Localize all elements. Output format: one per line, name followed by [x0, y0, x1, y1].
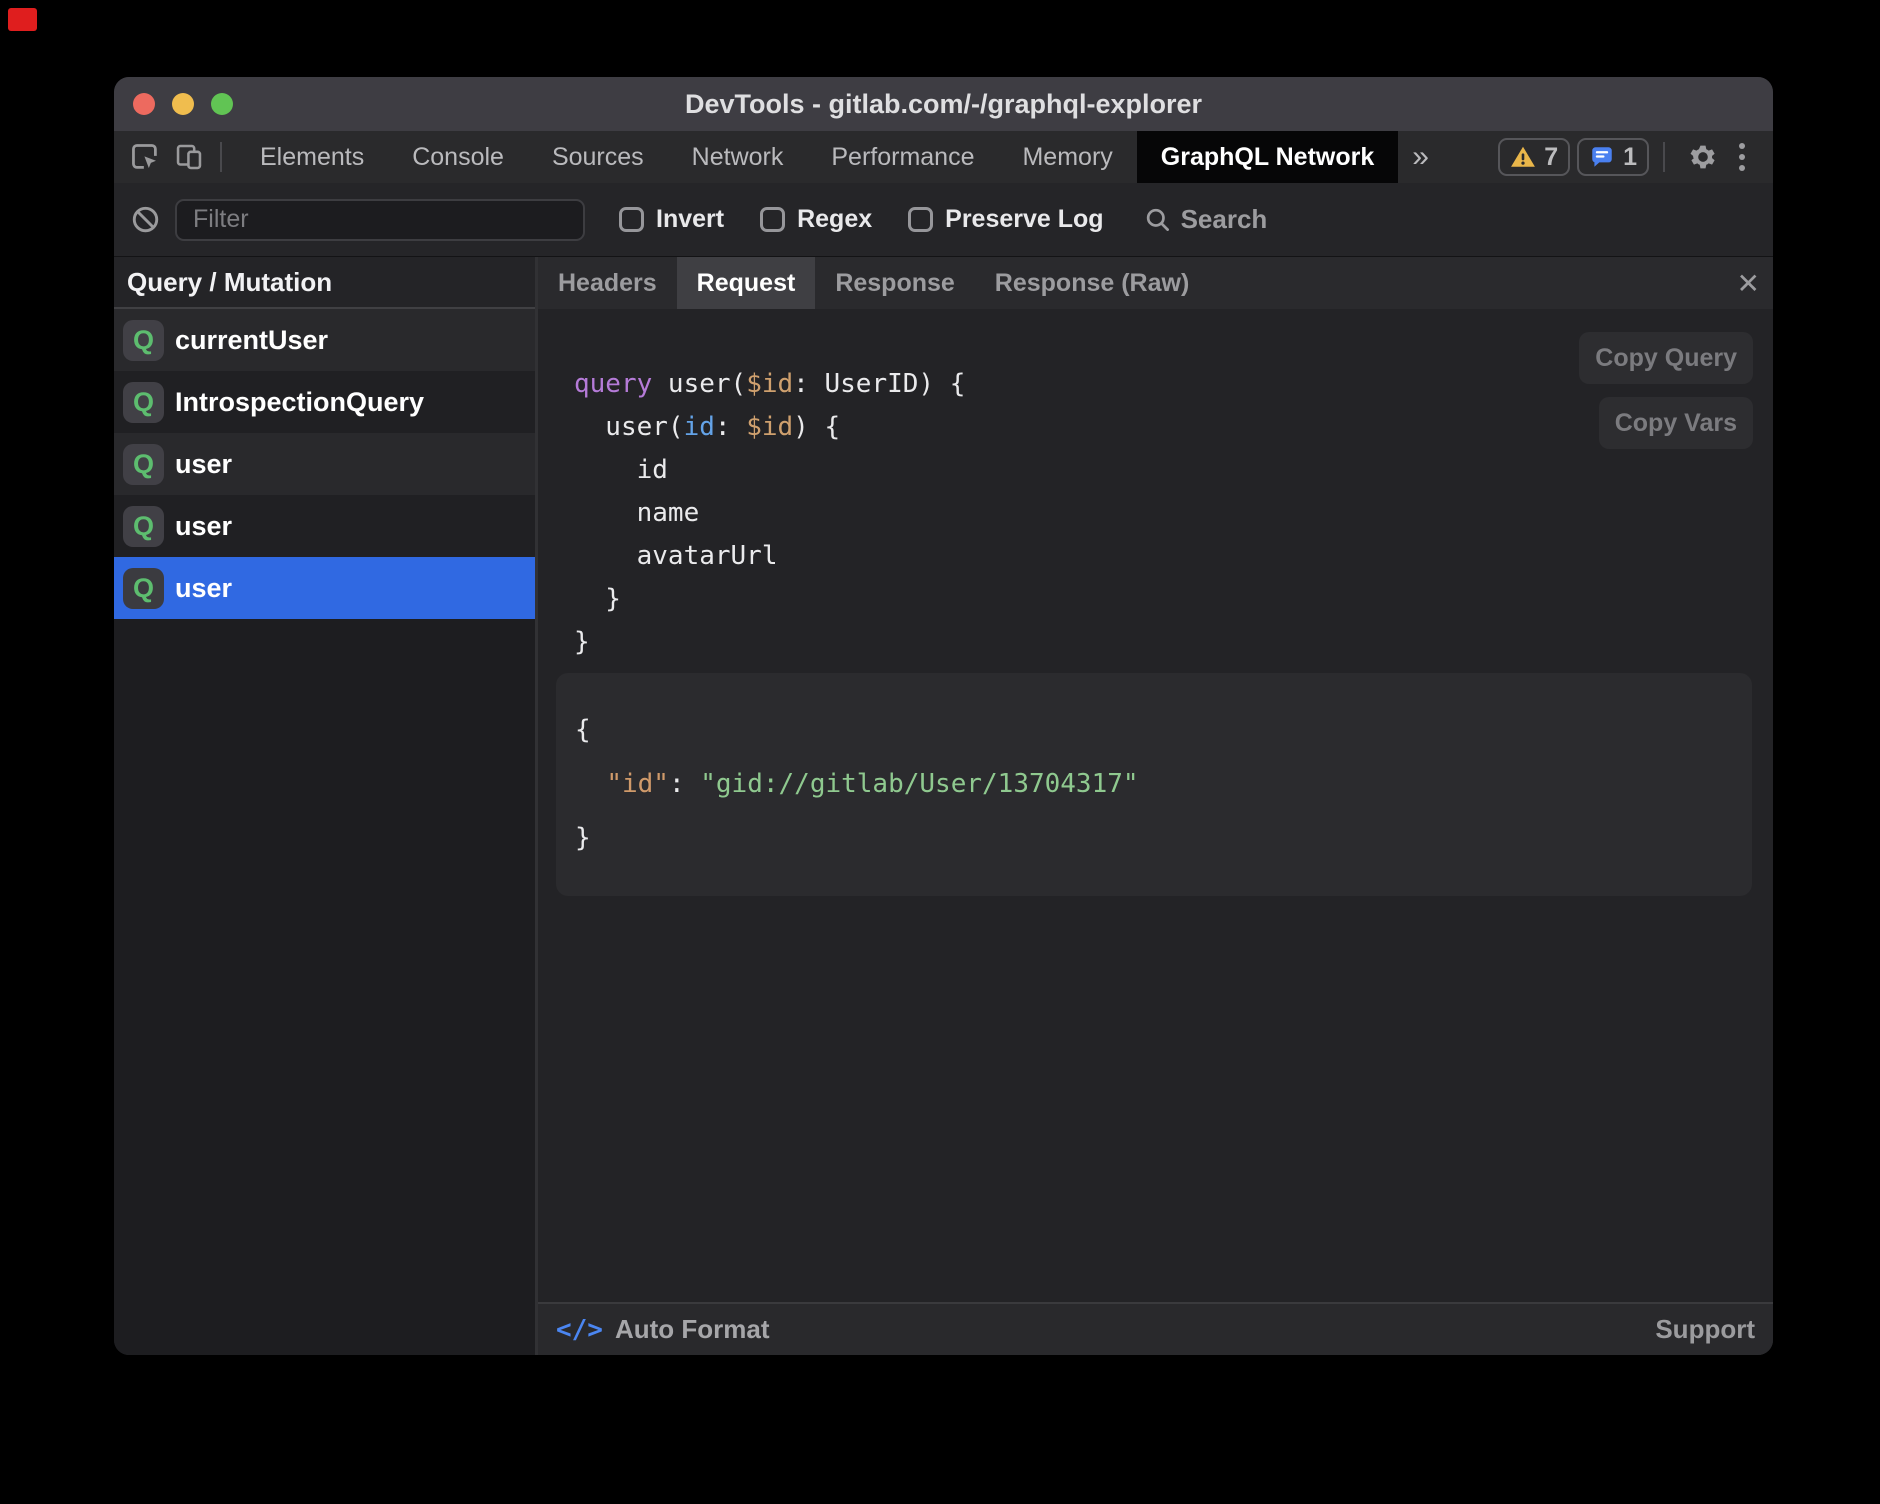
- device-toolbar-button[interactable]: [172, 139, 206, 175]
- tab-graphql-network[interactable]: GraphQL Network: [1137, 131, 1398, 183]
- query-type-badge: Q: [123, 506, 164, 547]
- request-variables-box: { "id": "gid://gitlab/User/13704317"}: [556, 673, 1752, 896]
- tab-headers[interactable]: Headers: [538, 257, 677, 309]
- copy-vars-button[interactable]: Copy Vars: [1599, 397, 1753, 449]
- more-tabs-chevron[interactable]: »: [1398, 140, 1443, 174]
- gear-icon: [1686, 140, 1720, 174]
- tab-network[interactable]: Network: [668, 131, 808, 183]
- copy-query-button[interactable]: Copy Query: [1579, 332, 1753, 384]
- query-type-badge: Q: [123, 382, 164, 423]
- checkbox-label: Preserve Log: [945, 205, 1103, 234]
- search-icon: [1144, 206, 1171, 233]
- query-row-label: user: [175, 573, 232, 604]
- issues-count: 1: [1623, 143, 1637, 172]
- request-detail-panel: Headers Request Response Response (Raw) …: [538, 257, 1773, 1355]
- recording-indicator: [8, 8, 37, 31]
- search-label: Search: [1181, 204, 1268, 235]
- query-row-user-1[interactable]: Q user: [114, 433, 535, 495]
- detail-footer: </> Auto Format Support: [538, 1302, 1773, 1355]
- warning-icon: [1510, 144, 1536, 170]
- query-row-currentUser[interactable]: Q currentUser: [114, 309, 535, 371]
- window-title: DevTools - gitlab.com/-/graphql-explorer: [114, 89, 1773, 120]
- checkbox-label: Regex: [797, 205, 872, 234]
- message-bubble-icon: [1589, 144, 1615, 170]
- detail-tab-strip: Headers Request Response Response (Raw) …: [538, 257, 1773, 309]
- clear-requests-button[interactable]: [131, 205, 160, 234]
- checkbox-box[interactable]: [619, 207, 644, 232]
- tab-sources[interactable]: Sources: [528, 131, 668, 183]
- preserve-log-checkbox[interactable]: Preserve Log: [908, 205, 1103, 234]
- network-filter-bar: Invert Regex Preserve Log Search: [114, 183, 1773, 257]
- tab-request[interactable]: Request: [677, 257, 816, 309]
- tab-console[interactable]: Console: [388, 131, 528, 183]
- checkbox-box[interactable]: [908, 207, 933, 232]
- device-toolbar-icon: [174, 142, 204, 172]
- tab-performance[interactable]: Performance: [807, 131, 998, 183]
- toolbar-separator: [220, 142, 222, 172]
- query-type-badge: Q: [123, 568, 164, 609]
- kebab-menu-button[interactable]: [1727, 143, 1757, 171]
- query-row-user-3-selected[interactable]: Q user: [114, 557, 535, 619]
- inspect-cursor-icon: [130, 142, 160, 172]
- devtools-tab-bar: Elements Console Sources Network Perform…: [114, 131, 1773, 183]
- query-type-badge: Q: [123, 444, 164, 485]
- tab-response-raw[interactable]: Response (Raw): [975, 257, 1209, 309]
- checkbox-label: Invert: [656, 205, 724, 234]
- query-row-label: IntrospectionQuery: [175, 387, 424, 418]
- search-button[interactable]: Search: [1144, 204, 1268, 235]
- auto-format-label: Auto Format: [615, 1314, 770, 1345]
- checkbox-box[interactable]: [760, 207, 785, 232]
- query-row-label: user: [175, 511, 232, 542]
- query-row-label: user: [175, 449, 232, 480]
- query-type-badge: Q: [123, 320, 164, 361]
- query-row-label: currentUser: [175, 325, 328, 356]
- filter-input[interactable]: [175, 199, 585, 241]
- support-link[interactable]: Support: [1655, 1314, 1755, 1345]
- issues-badge[interactable]: 1: [1577, 138, 1649, 176]
- block-icon: [131, 205, 160, 234]
- toolbar-separator: [1663, 142, 1665, 172]
- tab-memory[interactable]: Memory: [998, 131, 1136, 183]
- settings-button[interactable]: [1683, 137, 1723, 177]
- code-brackets-icon: </>: [556, 1315, 603, 1345]
- query-row-introspectionQuery[interactable]: Q IntrospectionQuery: [114, 371, 535, 433]
- warning-count: 7: [1544, 143, 1558, 172]
- title-bar: DevTools - gitlab.com/-/graphql-explorer: [114, 77, 1773, 131]
- request-tab-content: query user($id: UserID) { user(id: $id) …: [538, 309, 1773, 1302]
- regex-checkbox[interactable]: Regex: [760, 205, 872, 234]
- desktop-background: DevTools - gitlab.com/-/graphql-explorer: [0, 0, 1880, 1504]
- devtools-window: DevTools - gitlab.com/-/graphql-explorer: [114, 77, 1773, 1355]
- query-list-header: Query / Mutation: [114, 257, 535, 309]
- toolbar-right-cluster: 7 1: [1498, 137, 1773, 177]
- tab-response[interactable]: Response: [815, 257, 974, 309]
- invert-checkbox[interactable]: Invert: [619, 205, 724, 234]
- main-split: Query / Mutation Q currentUser Q Introsp…: [114, 257, 1773, 1355]
- query-row-user-2[interactable]: Q user: [114, 495, 535, 557]
- query-list-panel: Query / Mutation Q currentUser Q Introsp…: [114, 257, 538, 1355]
- inspect-element-button[interactable]: [128, 139, 162, 175]
- request-query-code: query user($id: UserID) { user(id: $id) …: [574, 363, 965, 664]
- warnings-badge[interactable]: 7: [1498, 138, 1570, 176]
- auto-format-button[interactable]: </> Auto Format: [556, 1314, 770, 1345]
- close-detail-button[interactable]: ✕: [1737, 257, 1760, 309]
- tab-elements[interactable]: Elements: [236, 131, 388, 183]
